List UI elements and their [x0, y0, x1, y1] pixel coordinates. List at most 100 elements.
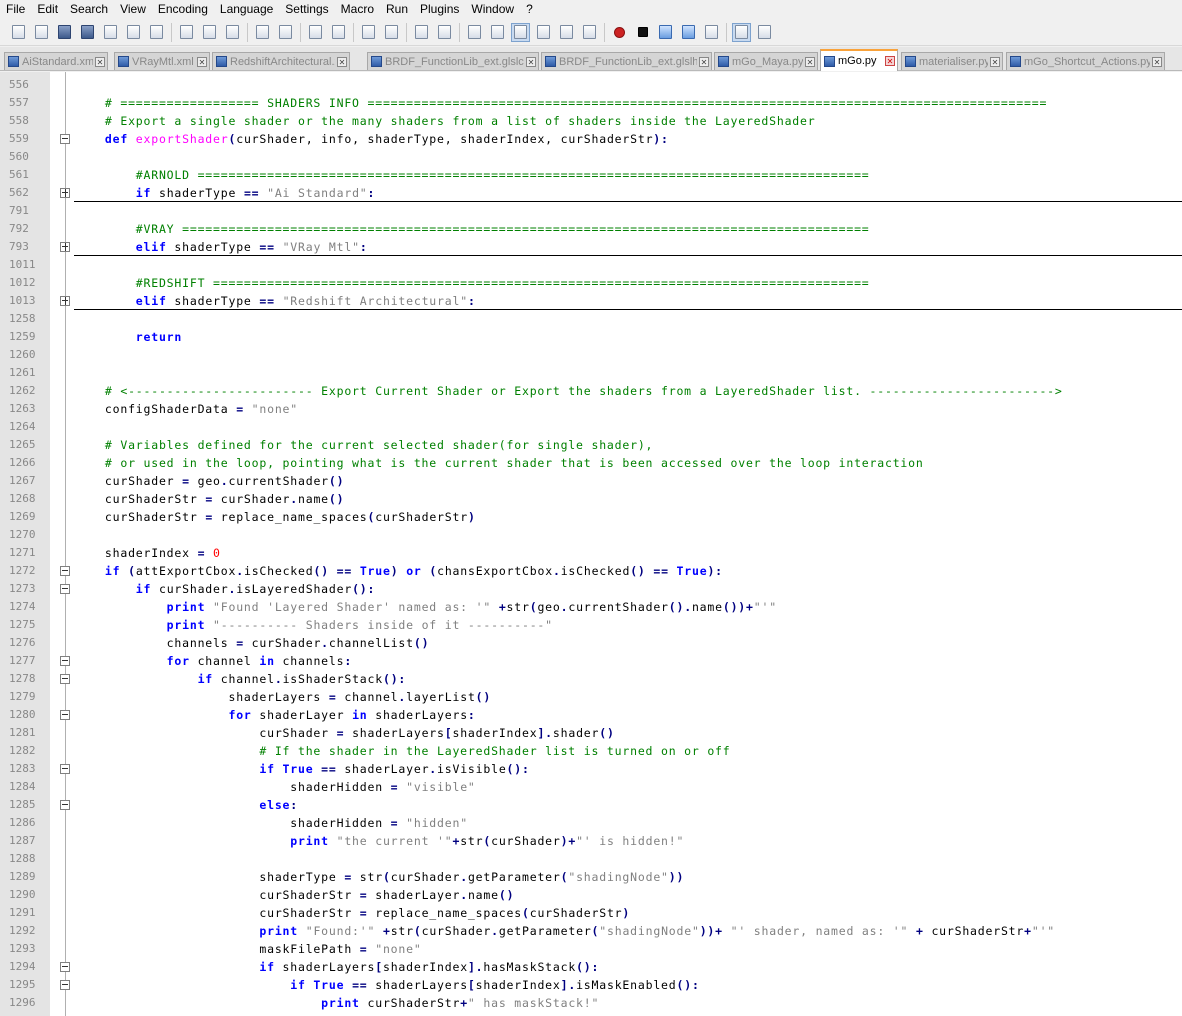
close-icon[interactable]: [102, 24, 119, 41]
tab-mgo-shortcut-actions-py[interactable]: mGo_Shortcut_Actions.py ✕: [1006, 52, 1165, 70]
code-text[interactable]: #ARNOLD ================================…: [74, 166, 870, 184]
code-text[interactable]: for shaderLayer in shaderLayers:: [74, 706, 476, 724]
close-tab-icon[interactable]: ✕: [95, 56, 105, 67]
save-all-icon[interactable]: [79, 24, 96, 41]
save-macro-icon[interactable]: [703, 24, 720, 41]
open-file-icon[interactable]: [33, 24, 50, 41]
code-text[interactable]: for channel in channels:: [74, 652, 352, 670]
close-tab-icon[interactable]: ✕: [337, 56, 347, 67]
close-tab-icon[interactable]: ✕: [1152, 56, 1162, 67]
code-text[interactable]: curShaderStr = replace_name_spaces(curSh…: [74, 508, 476, 526]
code-text[interactable]: shaderLayers = channel.layerList(): [74, 688, 491, 706]
fold-collapse-icon[interactable]: [60, 674, 70, 684]
tab-redshiftarchitectural-xml[interactable]: RedshiftArchitectural.xml✕: [212, 52, 350, 70]
fold-collapse-icon[interactable]: [60, 962, 70, 972]
run-macro-multiple-icon[interactable]: [680, 24, 697, 41]
paste-icon[interactable]: [224, 24, 241, 41]
tab-mgo-maya-py[interactable]: mGo_Maya.py ✕: [714, 52, 818, 70]
code-text[interactable]: if True == shaderLayer.isVisible():: [74, 760, 530, 778]
save-icon[interactable]: [56, 24, 73, 41]
menu-plugins[interactable]: Plugins: [414, 0, 465, 19]
code-text[interactable]: elif shaderType == "Redshift Architectur…: [74, 292, 476, 310]
code-text[interactable]: if True == shaderLayers[shaderIndex].isM…: [74, 976, 700, 994]
code-text[interactable]: configShaderData = "none": [74, 400, 298, 418]
code-text[interactable]: shaderHidden = "visible": [74, 778, 476, 796]
menu-settings[interactable]: Settings: [279, 0, 334, 19]
code-text[interactable]: print "Found:'" +str(curShader.getParame…: [74, 922, 1055, 940]
menu-file[interactable]: File: [0, 0, 31, 19]
code-text[interactable]: channels = curShader.channelList(): [74, 634, 429, 652]
language-icon[interactable]: [535, 24, 552, 41]
replace-icon[interactable]: [330, 24, 347, 41]
tab-mgo-py[interactable]: mGo.py ✕: [820, 49, 898, 71]
fold-collapse-icon[interactable]: [60, 584, 70, 594]
plugin-icon[interactable]: [756, 24, 773, 41]
close-tab-icon[interactable]: ✕: [699, 56, 709, 67]
code-text[interactable]: def exportShader(curShader, info, shader…: [74, 130, 669, 148]
code-text[interactable]: if curShader.isLayeredShader():: [74, 580, 375, 598]
code-text[interactable]: return: [74, 328, 182, 346]
fold-collapse-icon[interactable]: [60, 800, 70, 810]
code-text[interactable]: # If the shader in the LayeredShader lis…: [74, 742, 731, 760]
record-macro-icon[interactable]: [611, 24, 628, 41]
close-all-icon[interactable]: [125, 24, 142, 41]
stop-recording-icon[interactable]: [634, 24, 651, 41]
code-text[interactable]: # or used in the loop, pointing what is …: [74, 454, 924, 472]
spell-check-icon[interactable]: [732, 22, 751, 42]
fold-collapse-icon[interactable]: [60, 134, 70, 144]
menu-help[interactable]: ?: [520, 0, 539, 19]
code-text[interactable]: #REDSHIFT ==============================…: [74, 274, 870, 292]
undo-icon[interactable]: [254, 24, 271, 41]
code-editor[interactable]: 556 557 # ================== SHADERS INFO…: [0, 72, 1182, 1016]
code-text[interactable]: curShaderStr = replace_name_spaces(curSh…: [74, 904, 630, 922]
code-text[interactable]: curShader = shaderLayers[shaderIndex].sh…: [74, 724, 615, 742]
tab-brdf-functionlib-ext-glslc[interactable]: BRDF_FunctionLib_ext.glslc ✕: [367, 52, 539, 70]
code-text[interactable]: # Variables defined for the current sele…: [74, 436, 653, 454]
fold-collapse-icon[interactable]: [60, 764, 70, 774]
menu-macro[interactable]: Macro: [335, 0, 380, 19]
fold-collapse-icon[interactable]: [60, 566, 70, 576]
code-text[interactable]: #VRAY ==================================…: [74, 220, 870, 238]
code-text[interactable]: # <------------------------ Export Curre…: [74, 382, 1063, 400]
close-tab-icon[interactable]: ✕: [885, 56, 895, 66]
menu-view[interactable]: View: [114, 0, 152, 19]
close-tab-icon[interactable]: ✕: [197, 56, 207, 67]
code-text[interactable]: elif shaderType == "VRay Mtl":: [74, 238, 368, 256]
code-text[interactable]: shaderHidden = "hidden": [74, 814, 468, 832]
code-text[interactable]: # ================== SHADERS INFO ======…: [74, 94, 1047, 112]
zoom-in-icon[interactable]: [360, 24, 377, 41]
tab-brdf-functionlib-ext-glslh[interactable]: BRDF_FunctionLib_ext.glslh ✕: [541, 52, 712, 70]
tab-vraymtl-xml[interactable]: VRayMtl.xml ✕: [114, 52, 210, 70]
code-text[interactable]: print "Found 'Layered Shader' named as: …: [74, 598, 777, 616]
copy-icon[interactable]: [201, 24, 218, 41]
word-wrap-icon[interactable]: [466, 24, 483, 41]
code-text[interactable]: print "the current '"+str(curShader)+"' …: [74, 832, 684, 850]
close-tab-icon[interactable]: ✕: [990, 56, 1000, 67]
zoom-out-icon[interactable]: [383, 24, 400, 41]
fold-collapse-icon[interactable]: [60, 980, 70, 990]
sync-vertical-icon[interactable]: [413, 24, 430, 41]
tab-aistandard-xml[interactable]: AiStandard.xml ✕: [4, 52, 108, 70]
show-all-chars-icon[interactable]: [489, 24, 506, 41]
code-text[interactable]: if shaderType == "Ai Standard":: [74, 184, 375, 202]
cut-icon[interactable]: [178, 24, 195, 41]
menu-language[interactable]: Language: [214, 0, 279, 19]
fold-expand-icon[interactable]: [60, 188, 70, 198]
code-text[interactable]: if shaderLayers[shaderIndex].hasMaskStac…: [74, 958, 599, 976]
code-text[interactable]: print curShaderStr+" has maskStack!": [74, 994, 599, 1012]
fold-expand-icon[interactable]: [60, 296, 70, 306]
close-tab-icon[interactable]: ✕: [805, 56, 815, 67]
indent-guide-icon[interactable]: [511, 22, 530, 42]
print-icon[interactable]: [148, 24, 165, 41]
menu-encoding[interactable]: Encoding: [152, 0, 214, 19]
code-text[interactable]: print "---------- Shaders inside of it -…: [74, 616, 553, 634]
fold-collapse-icon[interactable]: [60, 656, 70, 666]
code-text[interactable]: if channel.isShaderStack():: [74, 670, 406, 688]
code-text[interactable]: if (attExportCbox.isChecked() == True) o…: [74, 562, 723, 580]
menu-window[interactable]: Window: [465, 0, 520, 19]
code-text[interactable]: shaderType = str(curShader.getParameter(…: [74, 868, 684, 886]
code-text[interactable]: shaderIndex = 0: [74, 544, 221, 562]
code-text[interactable]: # Export a single shader or the many sha…: [74, 112, 815, 130]
find-icon[interactable]: [307, 24, 324, 41]
menu-search[interactable]: Search: [64, 0, 114, 19]
